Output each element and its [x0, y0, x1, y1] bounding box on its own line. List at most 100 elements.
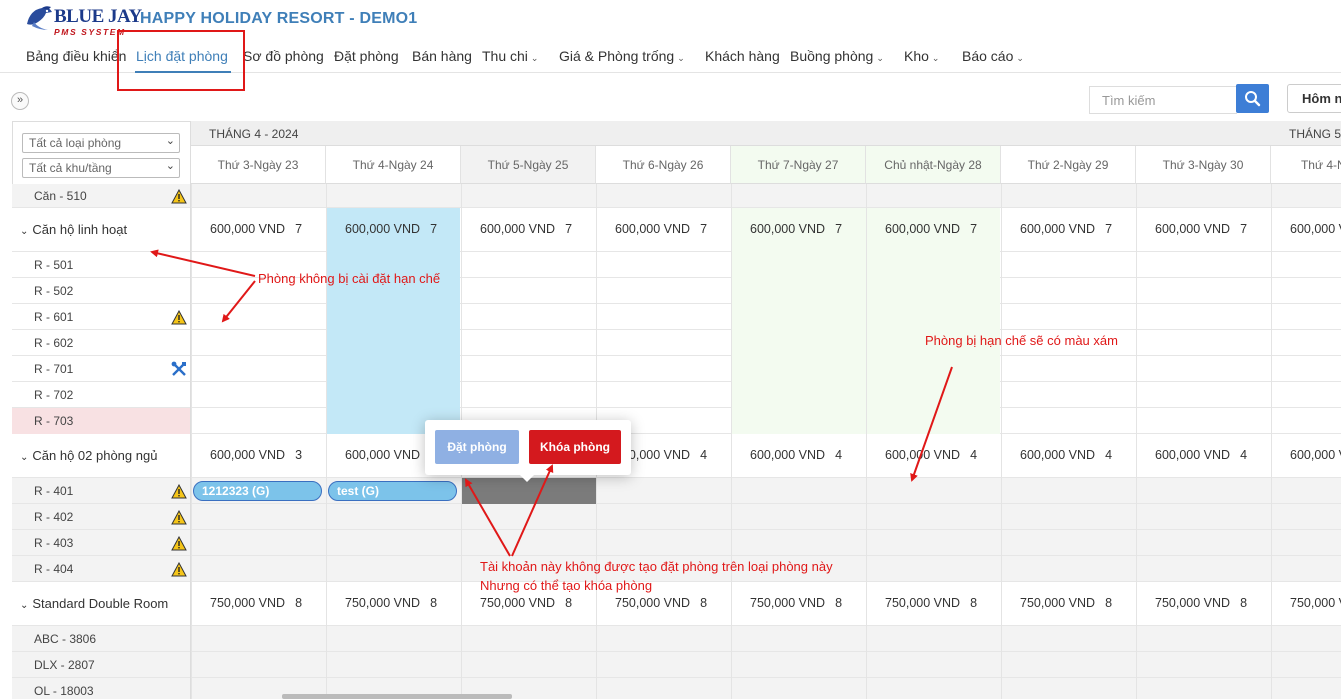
area-filter-select[interactable]: Tất cả khu/tầng ⌄: [22, 158, 180, 178]
day-header[interactable]: Thứ 4-Ngày 1: [1271, 146, 1341, 184]
price-cell[interactable]: 750,000 VND8: [1290, 596, 1341, 610]
price-cell[interactable]: 600,000 VND7: [210, 222, 302, 236]
price-cell[interactable]: 600,000 VND 7: [615, 222, 707, 236]
available-count: 4: [1240, 448, 1248, 462]
room-name[interactable]: R - 602: [34, 336, 73, 350]
room-name[interactable]: R - 402: [34, 510, 73, 524]
price-value: 600,000 VND: [615, 222, 691, 236]
price-cell[interactable]: 750,000 VND 8: [1020, 596, 1112, 610]
day-header[interactable]: Thứ 3-Ngày 23: [191, 146, 326, 184]
room-name[interactable]: R - 401: [34, 484, 73, 498]
room-type-name[interactable]: ⌄ Standard Double Room: [20, 596, 168, 611]
price-cell[interactable]: 750,000 VND8: [210, 596, 302, 610]
price-value: 600,000 VND: [885, 222, 961, 236]
price-cell[interactable]: 600,000 VND7: [885, 222, 977, 236]
price-cell[interactable]: 750,000 VND8: [345, 596, 437, 610]
horizontal-scrollbar[interactable]: [282, 694, 512, 699]
price-cell[interactable]: 600,000 VND7: [345, 222, 437, 236]
annotation-cannot-book: Tài khoản này không được tạo đặt phòng t…: [480, 559, 833, 574]
room-name[interactable]: R - 404: [34, 562, 73, 576]
price-value: 600,000 VND: [885, 448, 961, 462]
room-row: [12, 304, 1341, 330]
price-cell[interactable]: 600,000 VND7: [1290, 222, 1341, 236]
price-cell[interactable]: 600,000 VND3: [345, 448, 437, 462]
price-cell[interactable]: 750,000 VND8: [1155, 596, 1247, 610]
book-room-button[interactable]: Đặt phòng: [435, 430, 519, 464]
annotation-highlight-box: [117, 30, 245, 91]
available-count: 8: [565, 596, 573, 610]
price-cell[interactable]: 600,000 VND3: [210, 448, 302, 462]
warning-icon[interactable]: [171, 484, 187, 499]
price-cell[interactable]: 750,000 VND 8: [480, 596, 572, 610]
room-name[interactable]: R - 601: [34, 310, 73, 324]
room-type-name[interactable]: ⌄ Căn hộ linh hoạt: [20, 222, 127, 237]
price-value: 750,000 VND: [1020, 596, 1096, 610]
price-value: 750,000 VND: [480, 596, 556, 610]
warning-icon[interactable]: [171, 562, 187, 577]
warning-icon[interactable]: [171, 510, 187, 525]
room-name[interactable]: R - 403: [34, 536, 73, 550]
price-cell[interactable]: 750,000 VND8: [885, 596, 977, 610]
available-count: 7: [295, 222, 303, 236]
room-row: [12, 278, 1341, 304]
available-count: 4: [700, 448, 708, 462]
booking-bar[interactable]: 1212323 (G): [193, 481, 322, 501]
price-cell[interactable]: 600,000 VND7: [1155, 222, 1247, 236]
price-value: 750,000 VND: [750, 596, 826, 610]
room-type-filter-select[interactable]: Tất cả loại phòng ⌄: [22, 133, 180, 153]
price-cell[interactable]: 600,000 VND4: [750, 448, 842, 462]
day-header[interactable]: Thứ 5-Ngày 25: [461, 146, 596, 184]
day-header[interactable]: Thứ 2-Ngày 29: [1001, 146, 1136, 184]
available-count: 8: [1240, 596, 1248, 610]
available-count: 7: [700, 222, 708, 236]
room-name[interactable]: ABC - 3806: [34, 632, 96, 646]
available-count: 3: [295, 448, 303, 462]
warning-icon[interactable]: [171, 310, 187, 325]
available-count: 4: [1105, 448, 1113, 462]
room-name[interactable]: DLX - 2807: [34, 658, 95, 672]
day-header[interactable]: Chủ nhật-Ngày 28: [866, 146, 1001, 184]
room-type-label: Standard Double Room: [32, 596, 169, 611]
tools-icon[interactable]: [171, 361, 187, 377]
price-value: 600,000 VND: [750, 448, 826, 462]
price-cell[interactable]: 600,000 VND7: [750, 222, 842, 236]
price-cell[interactable]: 600,000 VND 7: [1020, 222, 1112, 236]
room-row: [12, 504, 1341, 530]
price-cell[interactable]: 600,000 VND7: [480, 222, 572, 236]
price-cell[interactable]: 600,000 VND4: [1155, 448, 1247, 462]
chevron-down-icon: ⌄: [20, 226, 29, 237]
price-cell[interactable]: 600,000 VND4: [1020, 448, 1112, 462]
price-cell[interactable]: 600,000 VND4: [1290, 448, 1341, 462]
price-cell[interactable]: 750,000 VND8: [750, 596, 842, 610]
available-count: 7: [1105, 222, 1113, 236]
room-name[interactable]: R - 703: [34, 414, 73, 428]
price-value: 600,000 VND: [480, 222, 556, 236]
lock-room-button[interactable]: Khóa phòng: [529, 430, 621, 464]
room-name[interactable]: R - 701: [34, 362, 73, 376]
area-filter-value: Tất cả khu/tầng: [29, 161, 112, 175]
day-header[interactable]: Thứ 3-Ngày 30: [1136, 146, 1271, 184]
day-header[interactable]: Thứ 7-Ngày 27: [731, 146, 866, 184]
available-count: 4: [970, 448, 978, 462]
day-header[interactable]: Thứ 6-Ngày 26: [596, 146, 731, 184]
booking-bar[interactable]: test (G): [328, 481, 457, 501]
room-name[interactable]: OL - 18003: [34, 684, 94, 698]
room-type-name[interactable]: ⌄ Căn hộ 02 phòng ngủ: [20, 448, 157, 463]
annotation-restricted-gray: Phòng bị hạn chế sẽ có màu xám: [925, 333, 1118, 348]
month-label: THÁNG 5: [1289, 127, 1341, 141]
available-count: 8: [1105, 596, 1113, 610]
annotation-can-lock: Nhưng có thể tạo khóa phòng: [480, 578, 653, 593]
price-cell[interactable]: 600,000 VND 4: [885, 448, 977, 462]
warning-icon[interactable]: [171, 189, 187, 204]
room-name[interactable]: R - 502: [34, 284, 73, 298]
day-header[interactable]: Thứ 4-Ngày 24: [326, 146, 461, 184]
warning-icon[interactable]: [171, 536, 187, 551]
price-value: 600,000 VND: [750, 222, 826, 236]
price-cell[interactable]: 750,000 VND8: [615, 596, 707, 610]
room-name[interactable]: Căn - 510: [34, 189, 87, 203]
room-type-label: Căn hộ 02 phòng ngủ: [32, 448, 158, 463]
price-value: 600,000 VND: [1020, 222, 1096, 236]
available-count: 8: [700, 596, 708, 610]
room-name[interactable]: R - 501: [34, 258, 73, 272]
room-name[interactable]: R - 702: [34, 388, 73, 402]
